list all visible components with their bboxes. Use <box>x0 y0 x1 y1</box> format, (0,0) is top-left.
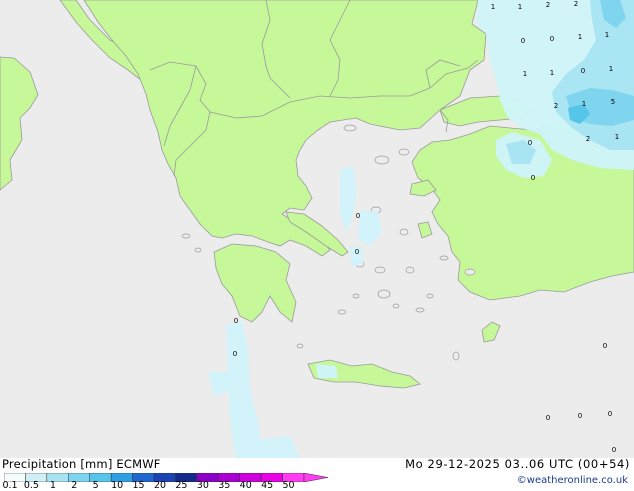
precip-value-label: 1 <box>605 31 609 39</box>
precip-value-label: 0 <box>233 350 237 358</box>
precip-value-label: 1 <box>523 70 527 78</box>
legend-tick-label: 25 <box>175 480 188 491</box>
legend-tick-label: 5 <box>92 480 99 491</box>
precip-value-label: 0 <box>578 412 582 420</box>
legend-tick-label: 40 <box>239 480 252 491</box>
precip-value-label: 0 <box>355 248 359 256</box>
legend-tick-label: 35 <box>218 480 231 491</box>
precip-value-label: 0 <box>581 67 585 75</box>
precip-value-label: 1 <box>615 133 619 141</box>
precip-value-label: 2 <box>554 102 558 110</box>
legend-tick-label: 1 <box>49 480 56 491</box>
legend-tick-label: 30 <box>196 480 209 491</box>
precip-value-label: 0 <box>521 37 525 45</box>
precip-value-label: 1 <box>491 3 495 11</box>
precip-value-label: 0 <box>612 446 616 454</box>
precip-value-label: 0 <box>550 35 554 43</box>
precipitation-map: 1 1 2 2 0 0 1 1 1 1 0 1 2 1 5 0 2 1 0 0 0 0 0 0 0 0 0 0 <box>0 0 634 458</box>
precip-value-label: 1 <box>518 3 522 11</box>
legend-tick-label: 2 <box>71 480 78 491</box>
precip-value-label: 1 <box>578 33 582 41</box>
chart-title: Precipitation [mm] ECMWF <box>2 457 161 471</box>
precip-value-label: 1 <box>550 69 554 77</box>
legend-tick-label: 20 <box>153 480 167 491</box>
precip-value-label: 0 <box>603 342 607 350</box>
legend-tick-label: 50 <box>282 480 295 491</box>
precip-value-label: 0 <box>528 139 532 147</box>
precip-value-label: 5 <box>611 98 615 106</box>
precip-value-label: 2 <box>574 0 578 8</box>
legend-tick-label: 15 <box>132 480 145 491</box>
precip-value-label: 2 <box>586 135 590 143</box>
valid-time: Mo 29-12-2025 03..06 UTC (00+54) <box>405 457 630 471</box>
credit-link[interactable]: ©weatheronline.co.uk <box>517 476 628 486</box>
legend-tick-label: 10 <box>111 480 124 491</box>
precip-value-label: 2 <box>546 1 550 9</box>
precip-value-label: 0 <box>234 317 238 325</box>
precip-value-label: 0 <box>531 174 535 182</box>
legend-tick-label: 45 <box>261 480 274 491</box>
precip-value-label: 0 <box>356 212 360 220</box>
precip-value-label: 0 <box>546 414 550 422</box>
legend-tick-label: 0.5 <box>23 480 39 491</box>
precip-value-label: 1 <box>582 100 586 108</box>
precip-value-label: 0 <box>608 410 612 418</box>
legend-tick-label: 0.1 <box>2 480 18 491</box>
precip-value-label: 1 <box>609 65 613 73</box>
